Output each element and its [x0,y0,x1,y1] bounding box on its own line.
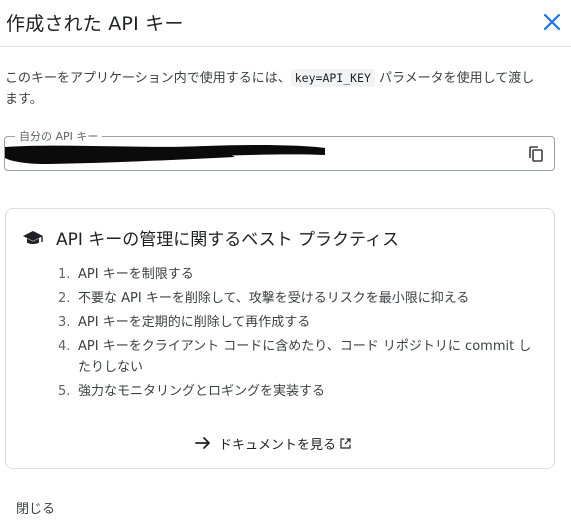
dialog-header: 作成された API キー [0,0,571,47]
api-key-field[interactable]: 自分の API キー [4,128,555,171]
description-text-before: このキーをアプリケーション内で使用するには、 [5,71,291,86]
view-documentation-label: ドキュメントを見る [219,437,337,453]
list-item-text: 強力なモニタリングとロギングを実装する [78,384,326,399]
key-param-code: key=API_KEY [290,69,375,87]
copy-icon[interactable] [525,143,547,165]
best-practices-card: API キーの管理に関するベスト プラクティス 1. API キーを制限する 2.… [5,208,555,469]
close-icon[interactable] [540,10,564,34]
list-item-number: 1. [58,267,71,282]
list-item: 3. API キーを定期的に削除して再作成する [54,312,534,333]
list-item-text: API キーを制限する [78,267,194,282]
graduation-cap-icon [22,228,44,248]
list-item-number: 5. [58,384,71,399]
arrow-right-icon [195,437,210,449]
close-button[interactable]: 閉じる [10,494,61,521]
list-item: 5. 強力なモニタリングとロギングを実装する [54,381,534,402]
list-item: 2. 不要な API キーを削除して、攻撃を受けるリスクを最小限に抑える [54,288,534,309]
list-item-number: 4. [58,339,71,354]
list-item-text: API キーをクライアント コードに含めたり、コード リポジトリに commit… [78,339,532,375]
list-item: 4. API キーをクライアント コードに含めたり、コード リポジトリに comm… [54,336,534,378]
list-item-text: 不要な API キーを削除して、攻撃を受けるリスクを最小限に抑える [78,291,470,306]
list-item-number: 2. [58,291,71,306]
list-item-number: 3. [58,315,71,330]
dialog-title: 作成された API キー [6,13,184,35]
api-key-field-label: 自分の API キー [15,128,103,144]
list-item-text: API キーを定期的に削除して再作成する [78,315,311,330]
usage-description: このキーをアプリケーション内で使用するには、 key=API_KEY パラメータを… [5,68,545,110]
list-item: 1. API キーを制限する [54,264,534,285]
open-in-new-icon [340,437,351,449]
best-practices-list: 1. API キーを制限する 2. 不要な API キーを削除して、攻撃を受けるリス… [54,264,534,405]
api-key-value-redacted[interactable] [5,143,325,165]
view-documentation-link[interactable]: ドキュメントを見る [194,432,351,454]
best-practices-title: API キーの管理に関するベスト プラクティス [56,230,400,250]
